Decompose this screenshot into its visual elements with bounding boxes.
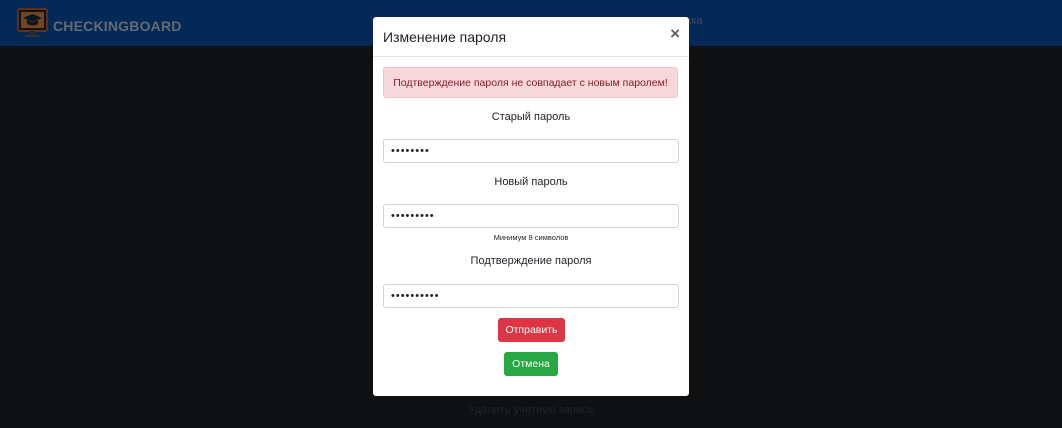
new-password-field[interactable] — [383, 204, 679, 228]
old-password-label: Старый пароль — [491, 111, 571, 123]
old-password-field[interactable] — [383, 139, 679, 163]
new-password-label: Новый пароль — [494, 176, 568, 188]
modal-title: Изменение пароля — [383, 29, 507, 45]
confirm-password-field[interactable] — [383, 284, 679, 308]
close-icon[interactable]: × — [670, 24, 680, 44]
cancel-button[interactable]: Отмена — [504, 352, 558, 376]
confirm-password-label: Подтверждение пароля — [470, 255, 592, 267]
error-alert: Подтверждение пароля не совпадает с новы… — [383, 67, 678, 98]
modal-header: Изменение пароля × — [373, 17, 689, 57]
submit-button[interactable]: Отправить — [498, 318, 565, 342]
change-password-modal: Изменение пароля × Подтверждение пароля … — [373, 17, 689, 396]
password-hint: Минимум 8 символов — [493, 233, 569, 242]
